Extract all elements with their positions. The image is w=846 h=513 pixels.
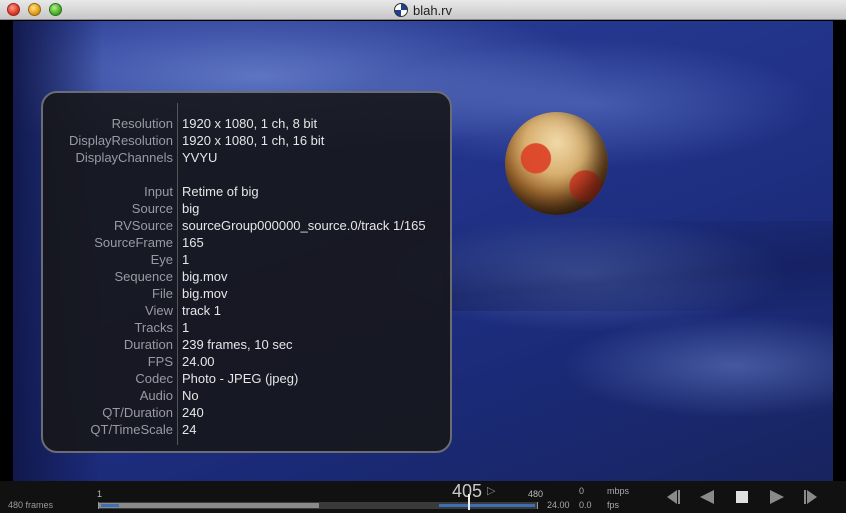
image-info-overlay: Resolution 1920 x 1080, 1 ch, 8 bit Displa… bbox=[41, 91, 452, 453]
info-row: File big.mov bbox=[43, 285, 454, 302]
info-row: QT/Duration 240 bbox=[43, 404, 454, 421]
info-row: Input Retime of big bbox=[43, 183, 454, 200]
info-label: Audio bbox=[139, 388, 173, 403]
info-row: Codec Photo - JPEG (jpeg) bbox=[43, 370, 454, 387]
info-value: track 1 bbox=[182, 303, 222, 318]
fps-value: 0.0 bbox=[579, 500, 592, 510]
info-value: 1920 x 1080, 1 ch, 16 bit bbox=[182, 133, 325, 148]
info-label: QT/Duration bbox=[102, 405, 173, 420]
timeline-in-region bbox=[101, 504, 119, 507]
info-value: No bbox=[182, 388, 199, 403]
info-row: RVSource sourceGroup000000_source.0/track… bbox=[43, 217, 454, 234]
info-label: Resolution bbox=[111, 116, 173, 131]
info-value: 165 bbox=[182, 235, 204, 250]
step-back-button[interactable] bbox=[696, 488, 718, 506]
timeline-start-frame: 1 bbox=[97, 489, 103, 499]
frame-marker-icon: ▷ bbox=[487, 485, 496, 497]
mbps-label: mbps bbox=[607, 486, 630, 496]
info-label: Tracks bbox=[134, 320, 173, 335]
info-row: Duration 239 frames, 10 sec bbox=[43, 336, 454, 353]
window-title: blah.rv bbox=[412, 2, 453, 18]
timeline-play-region bbox=[439, 504, 535, 507]
viewport-shading bbox=[443, 221, 833, 311]
skip-end-button[interactable] bbox=[801, 488, 821, 506]
info-label: SourceFrame bbox=[94, 235, 173, 250]
stop-button[interactable] bbox=[732, 488, 752, 506]
title-bar: blah.rv bbox=[0, 0, 846, 20]
info-value: sourceGroup000000_source.0/track 1/165 bbox=[182, 218, 426, 233]
fps-label: fps bbox=[607, 500, 620, 510]
window-title-wrap: blah.rv bbox=[0, 0, 846, 20]
info-row: Sequence big.mov bbox=[43, 268, 454, 285]
skip-start-icon bbox=[667, 490, 680, 504]
info-label: DisplayChannels bbox=[75, 150, 173, 165]
info-row: DisplayResolution 1920 x 1080, 1 ch, 16 b… bbox=[43, 132, 454, 149]
info-value: 24 bbox=[182, 422, 197, 437]
play-button[interactable] bbox=[766, 488, 788, 506]
info-label: Codec bbox=[135, 371, 173, 386]
skip-start-button[interactable] bbox=[663, 488, 683, 506]
stop-icon bbox=[736, 491, 748, 503]
info-row: DisplayChannels YVYU bbox=[43, 149, 454, 166]
info-label: Input bbox=[144, 184, 173, 199]
info-row: SourceFrame 165 bbox=[43, 234, 454, 251]
fps-target: 24.00 bbox=[547, 500, 570, 510]
sphere-render bbox=[505, 112, 608, 215]
info-label: Source bbox=[131, 201, 173, 216]
timeline-cache-bar bbox=[99, 503, 319, 508]
info-row: View track 1 bbox=[43, 302, 454, 319]
info-row: Tracks 1 bbox=[43, 319, 454, 336]
timeline-playhead[interactable] bbox=[468, 494, 470, 510]
info-row: Resolution 1920 x 1080, 1 ch, 8 bit bbox=[43, 115, 454, 132]
info-value: 1 bbox=[182, 252, 190, 267]
mbps-value: 0 bbox=[579, 486, 585, 496]
info-label: RVSource bbox=[113, 218, 173, 233]
info-value: big.mov bbox=[182, 286, 228, 301]
info-value: Retime of big bbox=[182, 184, 259, 199]
timeline-end-frame: 480 bbox=[528, 489, 544, 499]
info-value: big bbox=[182, 201, 200, 216]
info-label: QT/TimeScale bbox=[90, 422, 173, 437]
info-value: 239 frames, 10 sec bbox=[182, 337, 293, 352]
info-label: FPS bbox=[147, 354, 173, 369]
info-row: Eye 1 bbox=[43, 251, 454, 268]
info-row: Source big bbox=[43, 200, 454, 217]
info-value: Photo - JPEG (jpeg) bbox=[182, 371, 299, 386]
info-label: Eye bbox=[150, 252, 173, 267]
info-value: YVYU bbox=[182, 150, 218, 165]
play-icon bbox=[770, 490, 784, 504]
info-label: File bbox=[152, 286, 173, 301]
info-value: 1 bbox=[182, 320, 190, 335]
info-label: Duration bbox=[123, 337, 173, 352]
skip-end-icon bbox=[804, 490, 817, 504]
info-value: 240 bbox=[182, 405, 204, 420]
info-value: big.mov bbox=[182, 269, 228, 284]
info-row: FPS 24.00 bbox=[43, 353, 454, 370]
info-value: 24.00 bbox=[182, 354, 215, 369]
step-back-icon bbox=[700, 490, 714, 504]
info-value: 1920 x 1080, 1 ch, 8 bit bbox=[182, 116, 318, 131]
frames-count: 480 frames bbox=[8, 500, 54, 510]
info-label: DisplayResolution bbox=[68, 133, 173, 148]
info-row: Audio No bbox=[43, 387, 454, 404]
info-row: QT/TimeScale 24 bbox=[43, 421, 454, 438]
timeline-track[interactable] bbox=[98, 494, 538, 510]
info-label: View bbox=[145, 303, 173, 318]
info-label: Sequence bbox=[114, 269, 173, 284]
bottom-bar: 480 frames 1 405 ▷ 480 0 mbps 24.00 0.0 … bbox=[0, 481, 846, 513]
app-icon bbox=[393, 3, 408, 17]
